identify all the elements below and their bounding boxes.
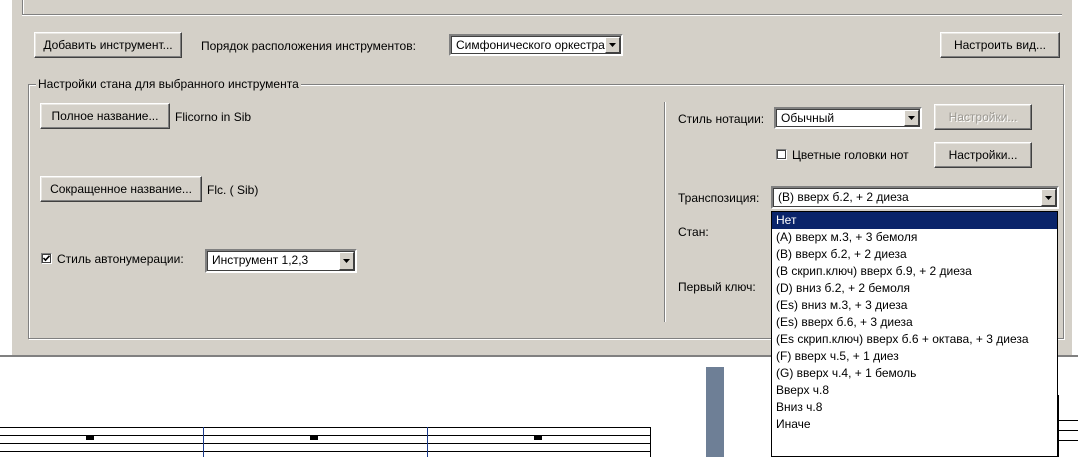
- dropdown-option[interactable]: (Es) вверх б.6, + 3 диеза: [772, 314, 1057, 331]
- staff-line: [1058, 430, 1078, 431]
- dropdown-option[interactable]: Вверх ч.8: [772, 382, 1057, 399]
- barline: [650, 427, 651, 457]
- add-instrument-button[interactable]: Добавить инструмент...: [34, 32, 182, 58]
- order-label: Порядок расположения инструментов:: [201, 39, 416, 53]
- barline: [427, 427, 428, 457]
- staff-line: [1058, 420, 1078, 421]
- dropdown-option[interactable]: (Es скрип.ключ) вверх б.6 + октава, + 3 …: [772, 331, 1057, 348]
- staff-settings-title: Настройки стана для выбранного инструмен…: [36, 77, 301, 91]
- chevron-down-icon[interactable]: [904, 110, 919, 126]
- transposition-value: (B) вверх б.2, + 2 диеза: [778, 190, 909, 204]
- dropdown-option[interactable]: (Es) вниз м.3, + 3 диеза: [772, 297, 1057, 314]
- dropdown-option[interactable]: (A) вверх м.3, + 3 бемоля: [772, 229, 1057, 246]
- dropdown-option[interactable]: (B) вверх б.2, + 2 диеза: [772, 246, 1057, 263]
- staff-line: [0, 435, 650, 436]
- dropdown-option[interactable]: Нет: [772, 212, 1057, 229]
- transposition-dropdown-list[interactable]: Нет (A) вверх м.3, + 3 бемоля (B) вверх б.…: [771, 211, 1058, 457]
- full-name-button[interactable]: Полное название...: [40, 103, 170, 129]
- notation-settings-button[interactable]: Настройки...: [934, 104, 1032, 130]
- staff-line: [0, 451, 650, 452]
- score-sidebar: [706, 367, 724, 457]
- autonum-select[interactable]: Инструмент 1,2,3: [205, 249, 357, 273]
- whole-rest: [310, 436, 318, 440]
- chevron-down-icon[interactable]: [605, 37, 620, 53]
- notation-style-select[interactable]: Обычный: [774, 107, 922, 129]
- dropdown-option[interactable]: (D) вниз б.2, + 2 бемоля: [772, 280, 1057, 297]
- configure-view-button[interactable]: Настроить вид...: [940, 32, 1060, 58]
- order-select-value: Симфонического оркестра: [456, 38, 605, 52]
- dropdown-option[interactable]: (G) вверх ч.4, + 1 бемоль: [772, 365, 1057, 382]
- autonum-select-value: Инструмент 1,2,3: [212, 253, 309, 267]
- dropdown-option[interactable]: Иначе: [772, 416, 1057, 433]
- barline: [203, 427, 204, 457]
- staff-line: [1058, 440, 1078, 441]
- color-heads-settings-button[interactable]: Настройки...: [934, 142, 1032, 168]
- transposition-select[interactable]: (B) вверх б.2, + 2 диеза: [771, 186, 1059, 209]
- notation-style-value: Обычный: [781, 111, 835, 125]
- first-clef-label: Первый ключ:: [678, 280, 756, 294]
- notation-style-label: Стиль нотации:: [678, 112, 765, 126]
- color-heads-label: Цветные головки нот: [792, 148, 909, 162]
- barline: [1058, 395, 1059, 457]
- autonum-label: Стиль автонумерации:: [57, 252, 184, 266]
- short-name-button[interactable]: Сокращенное название...: [40, 176, 202, 202]
- staff-label: Стан:: [678, 225, 709, 239]
- frame-line: [22, 14, 1062, 16]
- staff-line: [0, 443, 650, 444]
- autonum-checkbox[interactable]: [41, 253, 52, 264]
- whole-rest: [86, 436, 94, 440]
- order-select[interactable]: Симфонического оркестра: [449, 34, 623, 56]
- short-name-value: Flc. ( Sib): [207, 183, 259, 197]
- chevron-down-icon[interactable]: [339, 252, 354, 270]
- column-separator: [664, 102, 666, 322]
- whole-rest: [534, 436, 542, 440]
- frame-line: [22, 0, 24, 14]
- dropdown-option[interactable]: (F) вверх ч.5, + 1 диез: [772, 348, 1057, 365]
- chevron-down-icon[interactable]: [1041, 189, 1056, 206]
- full-name-value: Flicorno in Sib: [175, 110, 252, 124]
- dropdown-option[interactable]: (B скрип.ключ) вверх б.9, + 2 диеза: [772, 263, 1057, 280]
- transposition-label: Транспозиция:: [678, 191, 760, 205]
- check-icon: [42, 255, 51, 262]
- dropdown-option[interactable]: Вниз ч.8: [772, 399, 1057, 416]
- color-heads-checkbox[interactable]: [776, 149, 787, 160]
- staff-line: [0, 427, 650, 428]
